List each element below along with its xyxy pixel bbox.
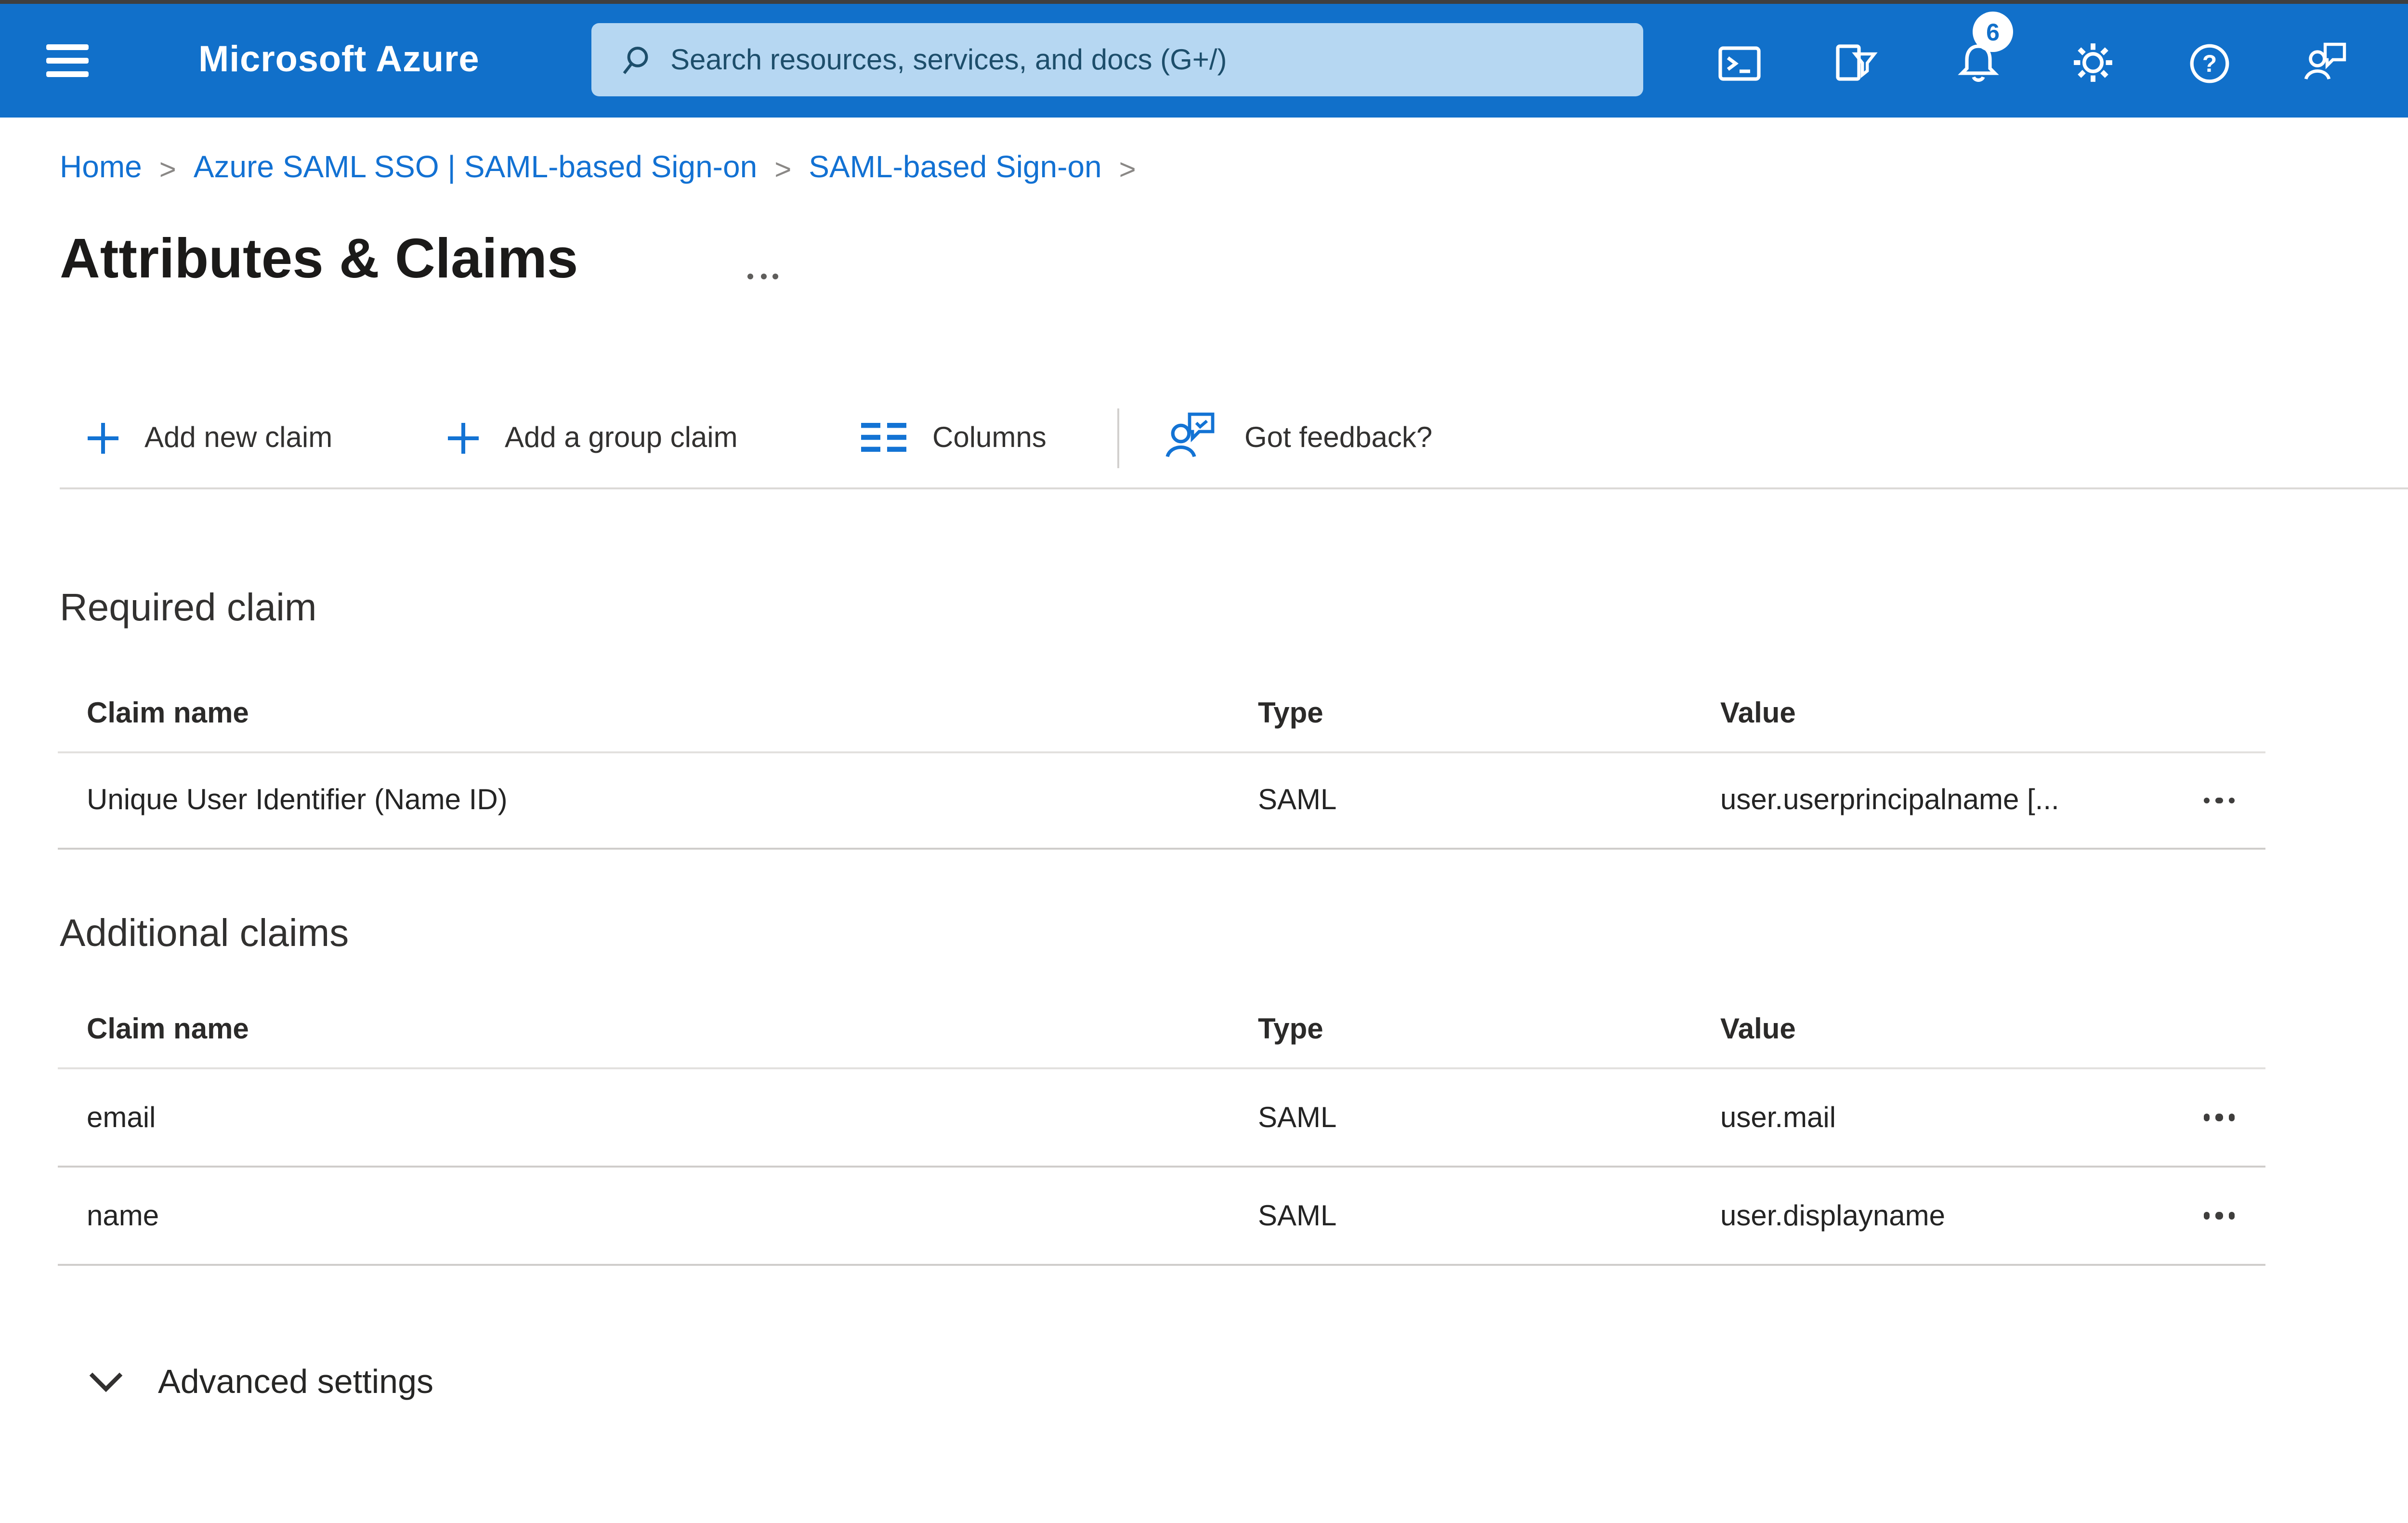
svg-text:?: ? <box>2202 49 2217 76</box>
help-button[interactable]: ? <box>2171 8 2248 118</box>
value-cell: user.userprincipalname [... <box>1720 784 2059 817</box>
table-row[interactable]: name SAML user.displayname <box>58 1168 2265 1266</box>
settings-gear-icon <box>2066 37 2118 89</box>
columns-icon <box>861 422 907 453</box>
column-header-type: Type <box>1258 1012 1323 1045</box>
column-header-claim-name: Claim name <box>87 1012 249 1045</box>
search-icon <box>620 45 649 74</box>
advanced-settings-label: Advanced settings <box>158 1361 434 1400</box>
claim-name-cell: email <box>87 1101 156 1134</box>
row-more-menu[interactable] <box>2173 797 2265 804</box>
breadcrumb-home[interactable]: Home <box>60 152 142 187</box>
azure-portal-page: Microsoft Azure Search resources, servic… <box>0 0 2408 1523</box>
breadcrumb-chevron-icon: > <box>774 153 792 186</box>
add-new-claim-label: Add new claim <box>144 421 333 454</box>
advanced-settings-toggle[interactable]: Advanced settings <box>89 1349 433 1414</box>
got-feedback-label: Got feedback? <box>1244 421 1433 454</box>
notification-badge: 6 <box>1973 12 2013 52</box>
columns-button[interactable]: Columns <box>861 401 1047 474</box>
required-claim-heading: Required claim <box>60 588 317 630</box>
column-header-claim-name: Claim name <box>87 696 249 729</box>
required-claim-table: Claim name Type Value Unique User Identi… <box>58 674 2265 850</box>
column-header-value: Value <box>1720 696 1796 729</box>
additional-claims-table: Claim name Type Value email SAML user.ma… <box>58 990 2265 1266</box>
claim-name-cell: Unique User Identifier (Name ID) <box>87 784 508 817</box>
columns-label: Columns <box>932 421 1047 454</box>
additional-claims-heading: Additional claims <box>60 913 349 956</box>
column-header-type: Type <box>1258 696 1323 729</box>
azure-top-bar: Microsoft Azure Search resources, servic… <box>0 4 2408 118</box>
got-feedback-button[interactable]: Got feedback? <box>1162 401 1432 474</box>
row-more-menu[interactable] <box>2173 1212 2265 1220</box>
row-more-menu[interactable] <box>2173 1114 2265 1121</box>
toolbar-rule <box>60 486 2408 489</box>
feedback-button[interactable] <box>2287 8 2364 118</box>
global-search-input[interactable]: Search resources, services, and docs (G+… <box>591 23 1643 96</box>
brand-title[interactable]: Microsoft Azure <box>198 4 480 118</box>
add-group-claim-button[interactable]: Add a group claim <box>447 401 738 474</box>
breadcrumb-chevron-icon: > <box>1119 153 1136 186</box>
table-row[interactable]: email SAML user.mail <box>58 1069 2265 1168</box>
table-header-row: Claim name Type Value <box>58 674 2265 753</box>
value-cell: user.mail <box>1720 1101 1836 1134</box>
table-header-row: Claim name Type Value <box>58 990 2265 1069</box>
add-group-claim-label: Add a group claim <box>505 421 738 454</box>
type-cell: SAML <box>1258 1199 1337 1232</box>
page-title: Attributes & Claims <box>60 229 578 291</box>
type-cell: SAML <box>1258 1101 1337 1134</box>
feedback-person-icon <box>2299 37 2351 89</box>
command-bar: Add new claim Add a group claim Columns … <box>0 401 2408 474</box>
plus-icon <box>87 421 119 454</box>
help-icon: ? <box>2185 38 2235 88</box>
claim-name-cell: name <box>87 1199 159 1232</box>
type-cell: SAML <box>1258 784 1337 817</box>
search-placeholder: Search resources, services, and docs (G+… <box>670 43 1227 76</box>
settings-button[interactable] <box>2054 8 2131 118</box>
column-header-value: Value <box>1720 1012 1796 1045</box>
table-row[interactable]: Unique User Identifier (Name ID) SAML us… <box>58 753 2265 850</box>
breadcrumb-app[interactable]: Azure SAML SSO | SAML-based Sign-on <box>194 152 757 187</box>
breadcrumb-chevron-icon: > <box>159 153 176 186</box>
plus-icon <box>447 421 480 454</box>
hamburger-menu-icon[interactable] <box>46 44 92 79</box>
value-cell: user.displayname <box>1720 1199 1945 1232</box>
chevron-down-icon <box>89 1371 123 1392</box>
breadcrumb-saml-signon[interactable]: SAML-based Sign-on <box>809 152 1101 187</box>
breadcrumb: Home > Azure SAML SSO | SAML-based Sign-… <box>60 152 1136 187</box>
notifications-button[interactable]: 6 <box>1940 8 2017 118</box>
cloud-shell-button[interactable] <box>1701 8 1778 118</box>
directory-filter-button[interactable] <box>1817 8 1894 118</box>
directory-filter-icon <box>1830 38 1880 88</box>
add-new-claim-button[interactable]: Add new claim <box>87 401 332 474</box>
toolbar-divider <box>1117 408 1120 468</box>
title-more-menu[interactable] <box>747 274 778 279</box>
feedback-person-icon <box>1162 407 1219 467</box>
cloud-shell-icon <box>1714 38 1765 88</box>
window-top-edge <box>0 0 2408 4</box>
